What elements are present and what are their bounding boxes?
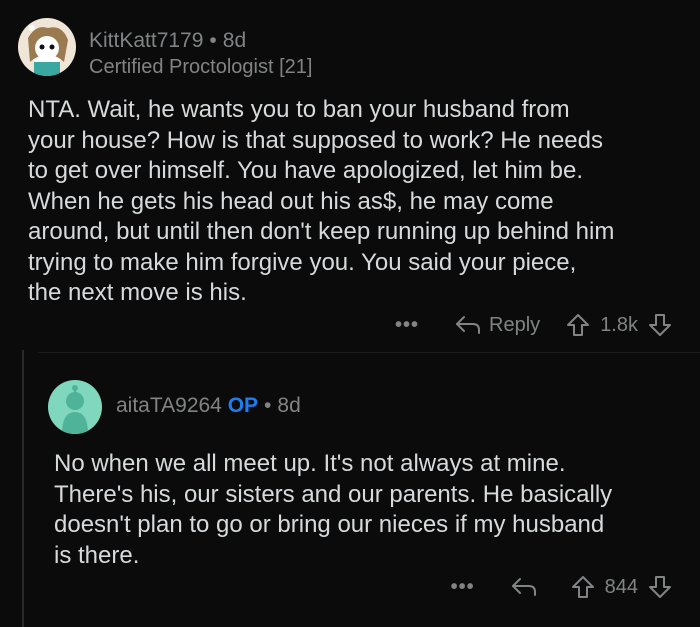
reply-button[interactable] [511,576,545,598]
reply-arrow-icon [511,578,536,596]
upvote-icon[interactable] [571,575,595,599]
upvote-icon[interactable] [566,313,590,337]
comment-actions: ••• Reply 1.8k [395,313,672,337]
comment-age: 8d [277,394,301,417]
reply-button[interactable]: Reply [455,314,540,337]
meta-separator: • [209,29,217,52]
reply-arrow-icon [456,316,481,334]
user-flair: Certified Proctologist [21] [89,56,313,78]
comment-meta: KittKatt7179 • 8d [89,29,246,53]
reply-label: Reply [489,313,541,336]
vote-controls: 1.8k [566,313,672,337]
score: 1.8k [600,313,638,336]
avatar[interactable] [48,380,102,434]
comment-actions: ••• 844 [451,575,672,599]
op-badge: OP [227,394,259,417]
divider [38,352,700,353]
comment-body: No when we all meet up. It's not always … [54,450,613,569]
score: 844 [604,575,638,598]
more-icon[interactable]: ••• [395,314,419,337]
comment-body: NTA. Wait, he wants you to ban your husb… [28,96,615,306]
downvote-icon[interactable] [648,575,672,599]
comment-meta: aitaTA9264 OP • 8d [116,394,301,418]
username[interactable]: aitaTA9264 [116,394,222,417]
meta-separator: • [264,394,272,417]
username[interactable]: KittKatt7179 [89,29,203,52]
vote-controls: 844 [571,575,672,599]
avatar[interactable] [18,18,76,76]
thread-line [22,350,24,627]
downvote-icon[interactable] [648,313,672,337]
comment-age: 8d [222,29,247,52]
more-icon[interactable]: ••• [451,576,475,599]
